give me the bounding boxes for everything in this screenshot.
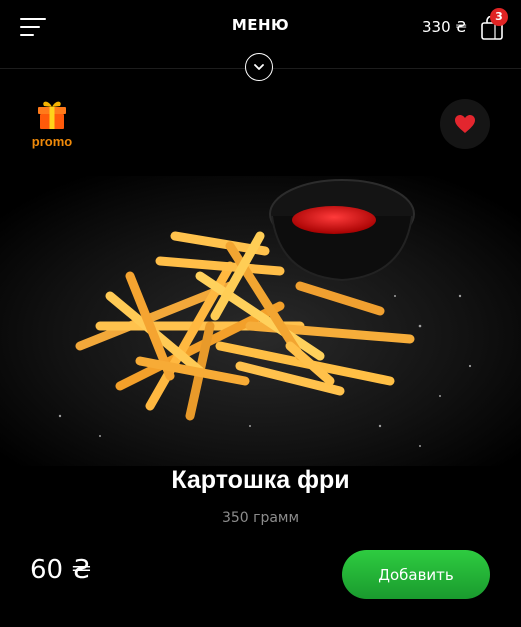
add-to-cart-button[interactable]: Добавить xyxy=(342,550,490,599)
favorite-button[interactable] xyxy=(440,99,490,149)
promo-label: promo xyxy=(31,134,73,149)
heart-icon xyxy=(455,115,475,133)
product-image xyxy=(0,176,521,466)
gift-icon xyxy=(38,101,66,129)
product-price: 60 ₴ xyxy=(30,555,92,585)
expand-button[interactable] xyxy=(245,53,273,81)
product-weight: 350 грамм xyxy=(221,510,300,526)
chevron-down-icon xyxy=(254,64,264,70)
cart-count-badge: 3 xyxy=(490,8,508,26)
promo-badge: promo xyxy=(28,98,76,152)
product-name: Картошка фри xyxy=(171,466,350,494)
cart-total: 330 ₴ xyxy=(421,18,467,36)
